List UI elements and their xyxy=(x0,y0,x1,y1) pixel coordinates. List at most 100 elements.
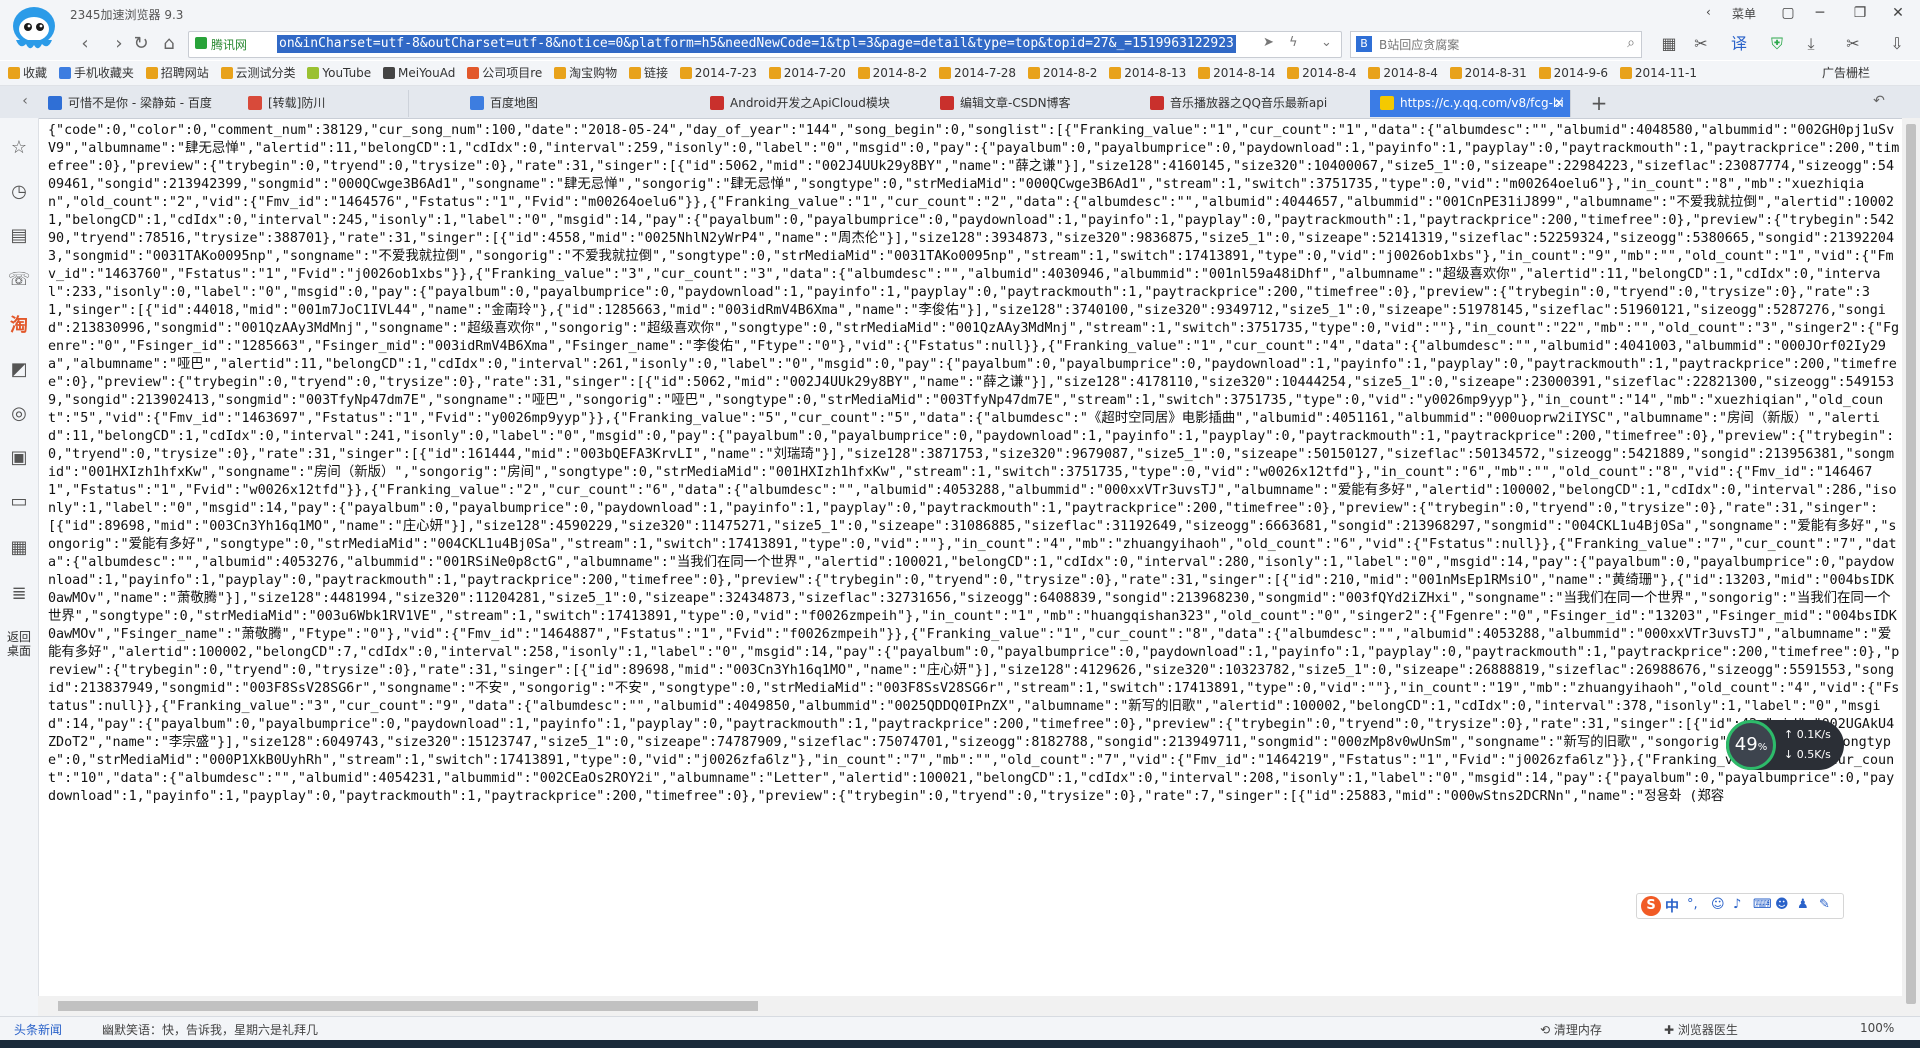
bookmark-item[interactable]: 招聘网站 xyxy=(145,61,209,85)
return-desktop-button[interactable]: 返回桌面 xyxy=(4,630,34,658)
bookmark-item[interactable]: 收藏 xyxy=(8,61,47,85)
search-icon[interactable]: ⌕ xyxy=(1627,35,1635,51)
search-input[interactable] xyxy=(1377,34,1611,56)
calculator-icon[interactable]: ▦ xyxy=(7,536,31,560)
skin-icon[interactable]: ▢ xyxy=(1774,2,1802,24)
wrench-icon[interactable]: ✎ xyxy=(1819,897,1830,912)
screenshot-icon[interactable]: ✂ xyxy=(1690,33,1712,55)
video-icon[interactable]: ▣ xyxy=(7,446,31,470)
qq-music-icon xyxy=(1380,96,1394,110)
emoji-icon[interactable]: ☺ xyxy=(1711,897,1725,912)
bookmark-item[interactable]: 2014-8-4 xyxy=(1368,61,1438,85)
skin-shirt-icon[interactable]: ♟ xyxy=(1797,897,1809,912)
home-icon[interactable]: ⌂ xyxy=(156,31,182,57)
tab-qq-music-api[interactable]: 音乐播放器之QQ音乐最新api xyxy=(1140,90,1371,117)
game-controller-icon[interactable]: ◎ xyxy=(7,402,31,426)
tab-blog-repost[interactable]: [转载]防川 xyxy=(238,90,409,117)
bookmark-item[interactable]: 2014-8-13 xyxy=(1109,61,1186,85)
tools-icon[interactable]: ✂ xyxy=(1842,33,1864,55)
translate-icon[interactable]: 译 xyxy=(1728,33,1750,55)
bookmark-item[interactable]: 淘宝购物 xyxy=(554,61,617,85)
chat-icon[interactable]: ☏ xyxy=(7,268,31,292)
search-engine-icon[interactable]: B xyxy=(1356,36,1372,52)
browser-doctor-button[interactable]: ✚ 浏览器医生 xyxy=(1664,1021,1738,1038)
apps-grid-icon[interactable]: ▦ xyxy=(1658,33,1680,55)
history-clock-icon[interactable]: ◷ xyxy=(7,180,31,204)
browser-logo-icon[interactable] xyxy=(8,2,60,54)
tab-csdn-editor[interactable]: 编辑文章-CSDN博客 xyxy=(930,90,1141,117)
zoom-level[interactable]: 100% xyxy=(1860,1021,1894,1035)
address-bar[interactable]: 腾讯网 on&inCharset=utf-8&outCharset=utf-8&… xyxy=(188,31,1342,58)
memory-usage-ring: 49% xyxy=(1726,720,1776,770)
status-bar: 头条新闻 幽默笑语：快，告诉我，星期六是礼拜几 ⟲ 清理内存 ✚ 浏览器医生 1… xyxy=(0,1016,1920,1041)
user-icon[interactable]: ☻ xyxy=(1775,897,1789,912)
sogou-icon[interactable]: S xyxy=(1641,896,1661,916)
minimize-icon[interactable]: ─ xyxy=(1806,2,1834,24)
new-tab-button[interactable]: + xyxy=(1586,90,1612,116)
bookmark-item[interactable]: MeiYouAd xyxy=(383,61,455,85)
security-icon[interactable]: ⛨ xyxy=(1766,33,1788,55)
download-icon[interactable]: ⤓ xyxy=(1800,33,1822,55)
folder-icon xyxy=(1109,67,1122,79)
bookmark-item[interactable]: YouTube xyxy=(307,61,371,85)
punctuation-icon[interactable]: °, xyxy=(1687,897,1698,912)
news-icon[interactable]: ▤ xyxy=(7,224,31,248)
tab-active-qq-api[interactable]: https://c.y.qq.com/v8/fcg-bi ✕ xyxy=(1370,90,1571,117)
ime-toolbar[interactable]: S 中 °, ☺ ♪ ⌨ ☻ ♟ ✎ xyxy=(1636,893,1844,919)
headline-news-label[interactable]: 头条新闻 xyxy=(14,1021,62,1038)
vertical-scrollbar[interactable] xyxy=(1902,118,1920,1016)
x-icon xyxy=(383,67,395,79)
json-response-text: {"code":0,"color":0,"comment_num":38129,… xyxy=(48,123,1900,804)
tab-scroll-left-icon[interactable]: ‹ xyxy=(12,88,38,114)
bookmark-item[interactable]: 2014-9-6 xyxy=(1538,61,1608,85)
bookmark-item[interactable]: 2014-8-31 xyxy=(1449,61,1527,85)
bookmark-item[interactable]: 2014-8-4 xyxy=(1287,61,1357,85)
taobao-icon[interactable]: 淘 xyxy=(7,314,31,338)
clear-memory-button[interactable]: ⟲ 清理内存 xyxy=(1540,1021,1602,1038)
bookmark-item[interactable]: 2014-7-20 xyxy=(768,61,846,85)
tab-apicloud-article[interactable]: Android开发之ApiCloud模块 xyxy=(700,90,931,117)
search-box[interactable]: B ⌕ xyxy=(1350,31,1642,58)
bookmark-item[interactable]: 公司项目re xyxy=(467,61,542,85)
horizontal-scrollbar[interactable] xyxy=(38,996,1902,1016)
performance-widget[interactable]: 49% ↑ 0.1K/s ↓ 0.5K/s xyxy=(1726,720,1844,770)
undo-close-icon[interactable]: ↶ xyxy=(1866,88,1892,114)
download-manager-icon[interactable]: ⇩ xyxy=(1886,33,1908,55)
chevron-down-icon[interactable]: ⌄ xyxy=(1321,35,1332,50)
scrollbar-thumb[interactable] xyxy=(1906,124,1916,1004)
url-input[interactable]: on&inCharset=utf-8&outCharset=utf-8&noti… xyxy=(277,35,1236,53)
bookmark-item[interactable]: 云测试分类 xyxy=(220,61,296,85)
bookmark-ad-item[interactable]: 广告栅栏 xyxy=(1822,61,1870,85)
menu-button[interactable]: 菜单 xyxy=(1732,5,1756,22)
folder-icon xyxy=(1198,67,1211,79)
bookmark-item[interactable]: 2014-8-14 xyxy=(1198,61,1275,85)
tab-baidu-map[interactable]: 百度地图 xyxy=(460,90,701,117)
bookmark-item[interactable]: 2014-11-1 xyxy=(1619,61,1697,85)
keyboard-icon[interactable]: ⌨ xyxy=(1753,897,1772,912)
bookmark-item[interactable]: 链接 xyxy=(628,61,668,85)
tab-baidu-music[interactable]: 可惜不是你 - 梁静茹 - 百度 xyxy=(38,90,239,117)
back-button[interactable]: ‹ xyxy=(72,31,98,57)
bookmarks-bar: 收藏 手机收藏夹 招聘网站 云测试分类 YouTube MeiYouAd 公司项… xyxy=(0,61,1920,86)
bookmark-item[interactable]: 2014-7-23 xyxy=(679,61,757,85)
notes-icon[interactable]: ≣ xyxy=(7,582,31,606)
ime-mode-indicator[interactable]: 中 xyxy=(1665,896,1679,916)
bookmark-item[interactable]: 2014-8-2 xyxy=(1027,61,1097,85)
tv-icon[interactable]: ▭ xyxy=(7,490,31,514)
weibo-icon[interactable]: ◩ xyxy=(7,358,31,382)
microphone-icon[interactable]: ♪ xyxy=(1733,897,1741,912)
blog-icon xyxy=(248,96,262,110)
news-ticker[interactable]: 幽默笑语：快，告诉我，星期六是礼拜几 xyxy=(102,1021,318,1038)
close-tab-icon[interactable]: ✕ xyxy=(1554,90,1564,117)
bookmark-item[interactable]: 2014-8-2 xyxy=(857,61,927,85)
restore-icon[interactable]: ❐ xyxy=(1846,2,1874,24)
horizontal-scrollbar-thumb[interactable] xyxy=(58,1001,758,1011)
close-icon[interactable]: ✕ xyxy=(1884,2,1912,24)
refresh-icon[interactable]: ↻ xyxy=(128,31,154,57)
bookmark-item[interactable]: 2014-7-28 xyxy=(938,61,1016,85)
rocket-icon[interactable]: ➤ xyxy=(1263,35,1274,50)
bookmark-item[interactable]: 手机收藏夹 xyxy=(58,61,134,85)
lightning-icon[interactable]: ϟ xyxy=(1289,35,1298,50)
back-arrow-icon[interactable]: ‹ xyxy=(1706,5,1711,19)
favorites-star-icon[interactable]: ☆ xyxy=(7,136,31,160)
